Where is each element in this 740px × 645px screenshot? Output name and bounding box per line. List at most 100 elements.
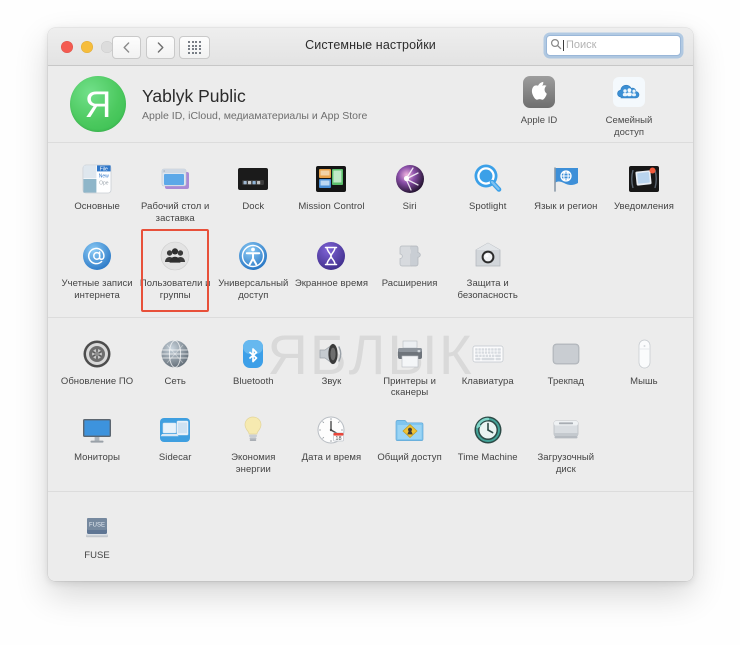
third-party-section: FUSE FUSE bbox=[48, 491, 693, 577]
pref-notifications[interactable]: Уведомления bbox=[605, 154, 683, 231]
pref-keyboard[interactable]: Клавиатура bbox=[449, 329, 527, 406]
pref-accessibility[interactable]: Универсальный доступ bbox=[214, 231, 292, 308]
search-icon bbox=[550, 37, 562, 55]
pref-sidecar[interactable]: Sidecar bbox=[136, 405, 214, 482]
sharing-icon bbox=[373, 409, 447, 447]
accessibility-icon bbox=[216, 235, 290, 273]
pref-label: Dock bbox=[242, 201, 265, 212]
pref-dock[interactable]: Dock bbox=[214, 154, 292, 231]
desktop-screensaver-icon bbox=[138, 158, 212, 196]
pref-users-groups[interactable]: Пользователи и группы bbox=[136, 228, 214, 312]
pref-startup-disk[interactable]: Загрузочный диск bbox=[527, 405, 605, 482]
pref-label: Защита и безопасность bbox=[457, 277, 518, 301]
pref-label: Экономия энергии bbox=[231, 452, 276, 476]
pref-label: Универсальный доступ bbox=[218, 277, 289, 301]
hardware-grid: Обновление ПО Сеть Bluetooth Звук Принте… bbox=[48, 318, 693, 492]
fuse-icon: FUSE bbox=[60, 507, 134, 545]
users-groups-icon bbox=[138, 235, 212, 273]
pref-screen-time[interactable]: Экранное время bbox=[292, 231, 370, 308]
pref-label: Мониторы bbox=[74, 452, 121, 464]
startup-disk-icon bbox=[529, 409, 603, 447]
pref-extensions[interactable]: Расширения bbox=[371, 231, 449, 308]
pref-network[interactable]: Сеть bbox=[136, 329, 214, 406]
pref-label: Пользователи и группы bbox=[139, 277, 211, 301]
network-icon bbox=[138, 333, 212, 371]
general-icon: File New Ope bbox=[60, 158, 134, 196]
pref-mouse[interactable]: Мышь bbox=[605, 329, 683, 406]
pref-siri[interactable]: Siri bbox=[371, 154, 449, 231]
internet-accounts-icon bbox=[60, 235, 134, 273]
pref-security-privacy[interactable]: Защита и безопасность bbox=[449, 231, 527, 308]
svg-text:File: File bbox=[100, 167, 108, 173]
date-time-icon: 18 bbox=[294, 409, 368, 447]
apple-id-icon bbox=[507, 70, 571, 110]
mission-control-icon bbox=[294, 158, 368, 196]
notifications-icon bbox=[607, 158, 681, 196]
spotlight-icon bbox=[451, 158, 525, 196]
pref-label: Сеть bbox=[164, 375, 186, 387]
search-field[interactable]: Поиск bbox=[546, 35, 681, 56]
pref-label: Мышь bbox=[630, 375, 658, 387]
svg-text:New: New bbox=[99, 174, 109, 180]
sidecar-icon bbox=[138, 409, 212, 447]
pref-desktop-screensaver[interactable]: Рабочий стол и заставка bbox=[136, 154, 214, 231]
pref-apple-id[interactable]: Apple ID bbox=[507, 70, 571, 138]
trackpad-icon bbox=[529, 333, 603, 371]
pref-label: Экранное время bbox=[294, 277, 369, 289]
pref-internet-accounts[interactable]: Учетные записи интернета bbox=[58, 231, 136, 308]
avatar[interactable]: Я bbox=[70, 76, 126, 132]
avatar-letter: Я bbox=[84, 83, 112, 125]
date-badge-number: 18 bbox=[336, 436, 342, 442]
pref-bluetooth[interactable]: Bluetooth bbox=[214, 329, 292, 406]
pref-label: FUSE bbox=[84, 550, 110, 561]
third-party-grid: FUSE FUSE bbox=[48, 492, 693, 577]
displays-icon bbox=[60, 409, 134, 447]
pref-general[interactable]: File New Ope Основные bbox=[58, 154, 136, 231]
pref-label: Семейный доступ bbox=[605, 114, 653, 138]
pref-label: Siri bbox=[402, 201, 417, 212]
pref-sharing[interactable]: Общий доступ bbox=[371, 405, 449, 482]
pref-printers-scanners[interactable]: Принтеры и сканеры bbox=[371, 329, 449, 406]
svg-text:FUSE: FUSE bbox=[89, 523, 105, 529]
search-placeholder: Поиск bbox=[566, 39, 597, 51]
pref-family-sharing[interactable]: Семейный доступ bbox=[597, 70, 661, 138]
pref-sound[interactable]: Звук bbox=[292, 329, 370, 406]
system-preferences-window: Системные настройки Поиск ЯБЛЫК Я Yablyk… bbox=[48, 28, 693, 581]
pref-label: Дата и время bbox=[301, 452, 362, 464]
pref-mission-control[interactable]: Mission Control bbox=[292, 154, 370, 231]
account-subtitle: Apple ID, iCloud, медиаматериалы и App S… bbox=[142, 110, 368, 123]
pref-label: Apple ID bbox=[520, 114, 558, 126]
pref-label: Bluetooth bbox=[233, 375, 274, 387]
personal-grid: File New Ope Основные Рабочий стол и зас… bbox=[48, 143, 693, 317]
pref-date-time[interactable]: 18 Дата и время bbox=[292, 405, 370, 482]
pref-label: Клавиатура bbox=[461, 375, 514, 387]
mouse-icon bbox=[607, 333, 681, 371]
siri-icon bbox=[373, 158, 447, 196]
search-input[interactable]: Поиск bbox=[546, 35, 681, 56]
pref-label: Учетные записи интернета bbox=[61, 277, 133, 301]
hardware-section: Обновление ПО Сеть Bluetooth Звук Принте… bbox=[48, 316, 693, 492]
pref-label: Основные bbox=[74, 201, 120, 212]
pref-label: Spotlight bbox=[468, 201, 507, 212]
pref-trackpad[interactable]: Трекпад bbox=[527, 329, 605, 406]
pref-fuse[interactable]: FUSE FUSE bbox=[58, 503, 136, 568]
pref-label: Sidecar bbox=[158, 452, 192, 464]
sound-icon bbox=[294, 333, 368, 371]
pref-spotlight[interactable]: Spotlight bbox=[449, 154, 527, 231]
keyboard-icon bbox=[451, 333, 525, 371]
pref-label: Загрузочный диск bbox=[537, 452, 595, 476]
account-text: Yablyk Public Apple ID, iCloud, медиамат… bbox=[142, 86, 507, 122]
pref-displays[interactable]: Мониторы bbox=[58, 405, 136, 482]
pref-label: Общий доступ bbox=[377, 452, 442, 464]
pref-energy-saver[interactable]: Экономия энергии bbox=[214, 405, 292, 482]
account-section: Я Yablyk Public Apple ID, iCloud, медиам… bbox=[48, 66, 693, 142]
pref-time-machine[interactable]: Time Machine bbox=[449, 405, 527, 482]
pref-language-region[interactable]: Язык и регион bbox=[527, 154, 605, 231]
dock-icon bbox=[216, 158, 290, 196]
pref-label: Трекпад bbox=[547, 375, 584, 387]
pref-software-update[interactable]: Обновление ПО bbox=[58, 329, 136, 406]
account-shortcuts: Apple ID Семейный доступ bbox=[507, 70, 661, 138]
pref-label: Язык и регион bbox=[534, 201, 598, 212]
language-region-icon bbox=[529, 158, 603, 196]
pref-label: Принтеры и сканеры bbox=[383, 375, 436, 399]
